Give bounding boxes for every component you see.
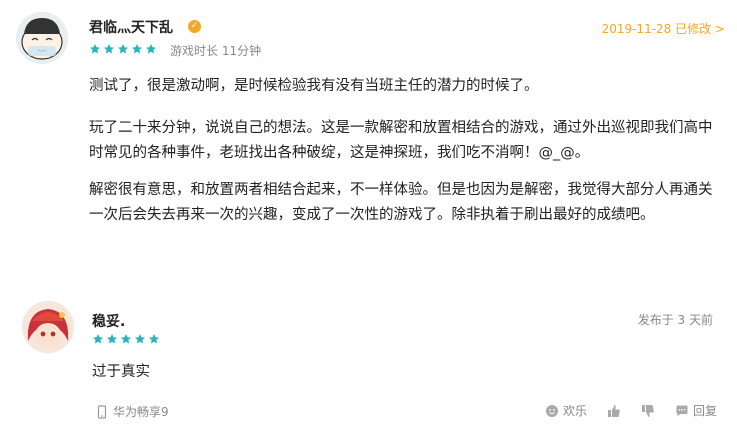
- rating-stars: [92, 333, 160, 345]
- review-paragraph-2: 玩了二十来分钟，说说自己的想法。这是一款解密和放置相结合的游戏，通过外出巡视即我…: [89, 120, 713, 161]
- like-button[interactable]: [607, 404, 621, 418]
- edited-date-link[interactable]: 2019-11-28 已修改 >: [602, 20, 725, 37]
- thumbs-down-icon: [641, 404, 654, 417]
- star-icon: [118, 44, 128, 54]
- rating-stars: [89, 43, 157, 55]
- reply-button[interactable]: 回复: [675, 402, 717, 419]
- review-paragraph-1: 测试了，很是激动啊，是时候检验我有没有当班主任的潜力的时候了。: [89, 78, 539, 94]
- review-comment: 过于真实: [92, 364, 150, 380]
- smile-icon: [545, 404, 558, 417]
- star-icon: [132, 44, 142, 54]
- star-icon: [107, 334, 117, 344]
- playtime-label: 游戏时长 11分钟: [170, 44, 262, 58]
- star-icon: [104, 44, 114, 54]
- star-icon: [93, 334, 103, 344]
- comment-icon: [676, 405, 688, 416]
- dislike-button[interactable]: [641, 404, 655, 418]
- star-icon: [146, 44, 156, 54]
- star-icon: [135, 334, 145, 344]
- phone-icon: [97, 404, 107, 419]
- reply-label: 回复: [692, 404, 717, 418]
- user-avatar-2[interactable]: [22, 301, 74, 353]
- star-icon: [90, 44, 100, 54]
- fun-label: 欢乐: [562, 404, 587, 418]
- review-actions: 欢乐 回复: [545, 402, 717, 419]
- username[interactable]: 稳妥.: [92, 311, 125, 331]
- review-paragraph-3: 解密很有意思，和放置两者相结合起来，不一样体验。但是也因为是解密，我觉得大部分人…: [89, 182, 713, 223]
- verified-badge-icon: ✓: [188, 20, 201, 33]
- fun-button[interactable]: 欢乐: [545, 402, 587, 419]
- thumbs-up-icon: [607, 404, 620, 417]
- device-info: 华为畅享9: [95, 403, 169, 420]
- username[interactable]: 君临灬天下乱: [89, 17, 173, 37]
- star-icon: [121, 334, 131, 344]
- device-name: 华为畅享9: [113, 405, 169, 419]
- user-avatar-1[interactable]: [16, 12, 68, 64]
- star-icon: [149, 334, 159, 344]
- posted-time: 发布于 3 天前: [637, 313, 713, 327]
